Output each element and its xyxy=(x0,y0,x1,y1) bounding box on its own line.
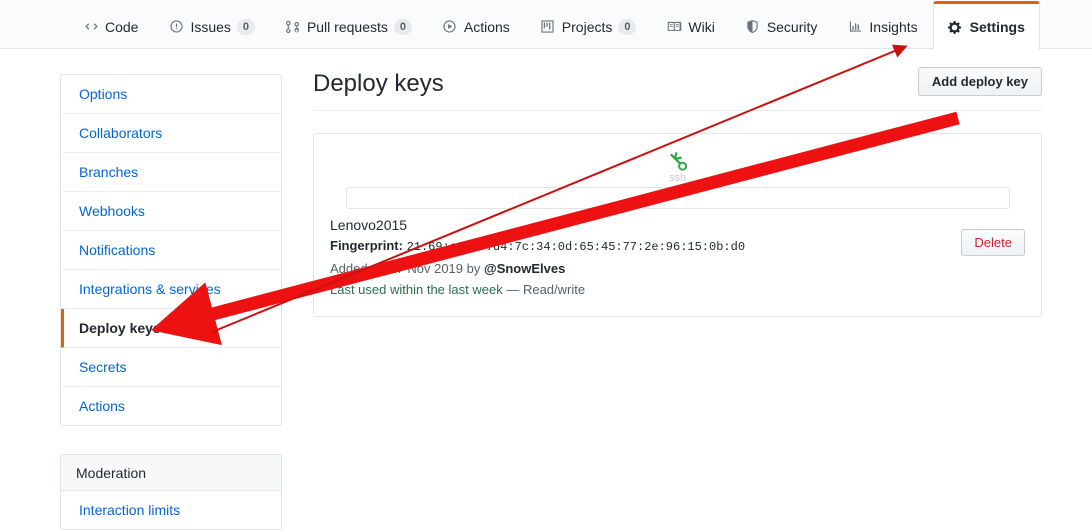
delete-button-wrap: Delete xyxy=(961,215,1025,256)
tab-issues[interactable]: Issues 0 xyxy=(153,2,269,50)
tab-wiki[interactable]: Wiki xyxy=(651,2,729,50)
delete-key-button[interactable]: Delete xyxy=(961,229,1025,256)
sidebar-item-interaction-limits[interactable]: Interaction limits xyxy=(61,491,281,529)
content-header: Deploy keys Add deploy key xyxy=(313,67,1042,111)
added-by-prefix: by xyxy=(466,261,481,276)
deploy-key-details: Lenovo2015 Fingerprint: 21:69:c6:49:d4:7… xyxy=(330,215,745,300)
tab-projects[interactable]: Projects 0 xyxy=(525,2,652,50)
settings-menu: Options Collaborators Branches Webhooks … xyxy=(60,74,282,426)
added-date: 17 Nov 2019 xyxy=(389,261,464,276)
deploy-keys-content: Deploy keys Add deploy key ⚷ ssh Lenovo2… xyxy=(313,67,1042,317)
sidebar-item-secrets[interactable]: Secrets xyxy=(61,348,281,387)
fingerprint-label: Fingerprint: xyxy=(330,238,403,253)
last-used-text: Last used within the last week xyxy=(330,282,503,297)
project-icon xyxy=(540,19,556,35)
key-upload-icon-row: ⚷ xyxy=(314,134,1041,179)
add-deploy-key-button[interactable]: Add deploy key xyxy=(917,67,1042,96)
sidebar-item-integrations-services[interactable]: Integrations & services xyxy=(61,270,281,309)
sidebar-item-deploy-keys[interactable]: Deploy keys xyxy=(61,309,281,348)
key-permission: — Read/write xyxy=(506,282,586,297)
tab-label: Insights xyxy=(869,18,918,35)
settings-sidebar: Options Collaborators Branches Webhooks … xyxy=(60,74,282,530)
moderation-heading: Moderation xyxy=(61,455,281,491)
tab-code[interactable]: Code xyxy=(68,2,153,50)
fingerprint-value: 21:69:c6:49:d4:7c:34:0d:65:45:77:2e:96:1… xyxy=(406,240,746,254)
sidebar-item-actions[interactable]: Actions xyxy=(61,387,281,425)
book-icon xyxy=(666,19,682,35)
deploy-keys-box: ⚷ ssh Lenovo2015 Fingerprint: 21:69:c6:4… xyxy=(313,133,1042,317)
sidebar-item-notifications[interactable]: Notifications xyxy=(61,231,281,270)
tab-actions[interactable]: Actions xyxy=(427,2,525,50)
repo-nav-bar: Code Issues 0 Pull requests 0 Actions Pr… xyxy=(0,0,1092,50)
tab-label: Issues xyxy=(190,18,231,35)
deploy-key-fingerprint: Fingerprint: 21:69:c6:49:d4:7c:34:0d:65:… xyxy=(330,235,745,258)
tab-label: Wiki xyxy=(688,18,715,35)
added-by-user[interactable]: @SnowElves xyxy=(484,261,565,276)
deploy-key-title: Lenovo2015 xyxy=(330,217,408,233)
code-icon xyxy=(83,19,99,35)
sidebar-item-branches[interactable]: Branches xyxy=(61,153,281,192)
shield-icon xyxy=(745,19,761,35)
tab-insights[interactable]: Insights xyxy=(832,2,932,50)
tab-pull-requests[interactable]: Pull requests 0 xyxy=(270,2,427,50)
sidebar-item-webhooks[interactable]: Webhooks xyxy=(61,192,281,231)
tab-label: Projects xyxy=(561,18,613,35)
git-pull-request-icon xyxy=(285,19,301,35)
deploy-key-last-used: Last used within the last week — Read/wr… xyxy=(330,279,745,300)
tab-settings[interactable]: Settings xyxy=(932,1,1040,50)
tab-label: Code xyxy=(105,18,139,35)
tab-label: Settings xyxy=(969,19,1025,35)
deploy-key-row: Lenovo2015 Fingerprint: 21:69:c6:49:d4:7… xyxy=(314,209,1041,316)
play-icon xyxy=(442,19,458,35)
key-search-input[interactable] xyxy=(345,187,1010,209)
tab-security[interactable]: Security xyxy=(730,2,833,50)
moderation-menu: Moderation Interaction limits xyxy=(60,454,282,530)
issue-opened-icon xyxy=(168,19,184,35)
sidebar-item-options[interactable]: Options xyxy=(61,75,281,114)
sidebar-item-collaborators[interactable]: Collaborators xyxy=(61,114,281,153)
tab-label: Actions xyxy=(463,18,510,35)
deploy-key-added-meta: Added on 17 Nov 2019 by @SnowElves xyxy=(330,258,745,279)
gear-icon xyxy=(948,19,964,35)
issues-count: 0 xyxy=(236,18,255,35)
repo-nav-tabs: Code Issues 0 Pull requests 0 Actions Pr… xyxy=(0,0,1092,50)
settings-page: Options Collaborators Branches Webhooks … xyxy=(0,49,1092,530)
page-title: Deploy keys xyxy=(313,70,444,97)
graph-icon xyxy=(847,19,863,35)
projects-count: 0 xyxy=(618,18,637,35)
tab-label: Pull requests xyxy=(306,18,388,35)
tab-label: Security xyxy=(766,18,818,35)
pull-requests-count: 0 xyxy=(393,18,412,35)
added-prefix: Added on xyxy=(330,261,386,276)
